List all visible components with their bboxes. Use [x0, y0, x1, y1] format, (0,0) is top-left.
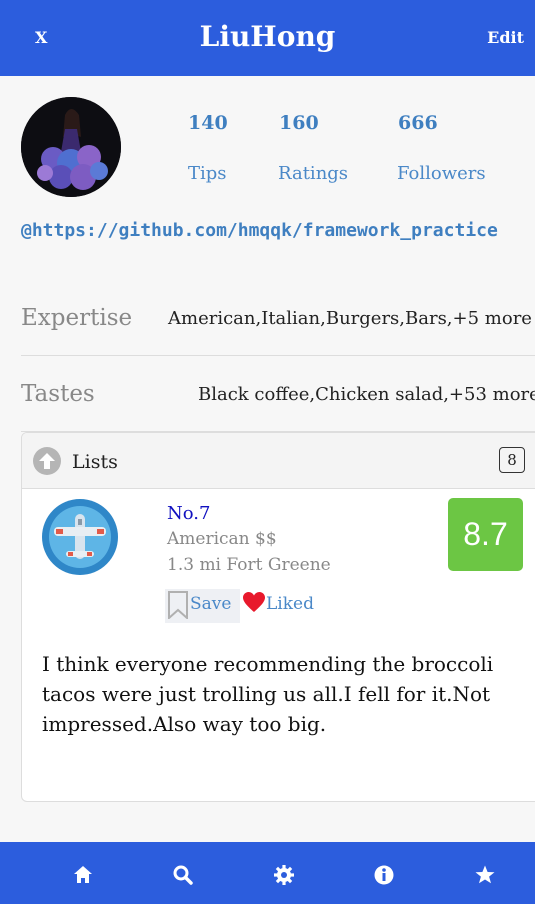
arrow-up-circle-icon[interactable] — [33, 447, 61, 475]
divider — [21, 355, 535, 356]
liked-label: Liked — [266, 594, 314, 614]
lists-card: Lists 8 No.7 American $$ 1.3 mi Fort Gre… — [21, 432, 535, 802]
score-badge: 8.7 — [448, 498, 523, 571]
star-icon[interactable] — [473, 863, 497, 887]
lists-title: Lists — [72, 451, 118, 473]
lists-count-badge: 8 — [499, 447, 525, 473]
avatar — [21, 97, 121, 197]
save-label: Save — [190, 594, 232, 614]
tips-count[interactable]: 140 — [188, 112, 228, 134]
followers-count[interactable]: 666 — [398, 112, 438, 134]
top-nav-bar: X LiuHong Edit — [0, 0, 535, 76]
profile-link[interactable]: @https://github.com/hmqqk/framework_prac… — [21, 220, 498, 241]
edit-button[interactable]: Edit — [487, 28, 524, 47]
save-button[interactable]: Save — [165, 589, 240, 623]
expertise-label: Expertise — [21, 305, 133, 331]
ratings-label[interactable]: Ratings — [278, 163, 348, 184]
search-icon[interactable] — [171, 863, 195, 887]
bottom-tab-bar — [0, 842, 535, 904]
item-location: 1.3 mi Fort Greene — [167, 555, 331, 575]
tastes-value: Black coffee,Chicken salad,+53 more — [198, 384, 535, 405]
page-title: LiuHong — [199, 20, 336, 53]
lists-header[interactable]: Lists 8 — [22, 433, 535, 489]
item-category: American $$ — [167, 529, 277, 549]
followers-label[interactable]: Followers — [397, 163, 486, 184]
airplane-icon — [42, 499, 118, 575]
bookmark-icon — [168, 591, 188, 619]
tastes-label: Tastes — [21, 381, 95, 407]
tips-label[interactable]: Tips — [188, 163, 227, 184]
home-icon[interactable] — [71, 863, 95, 887]
review-text: I think everyone recommending the brocco… — [42, 652, 494, 736]
heart-icon — [243, 592, 265, 612]
avatar-image — [21, 97, 121, 197]
info-icon[interactable] — [372, 863, 396, 887]
gear-icon[interactable] — [272, 863, 296, 887]
expertise-value: American,Italian,Burgers,Bars,+5 more — [168, 308, 532, 329]
item-name[interactable]: No.7 — [167, 503, 210, 524]
ratings-count[interactable]: 160 — [279, 112, 319, 134]
